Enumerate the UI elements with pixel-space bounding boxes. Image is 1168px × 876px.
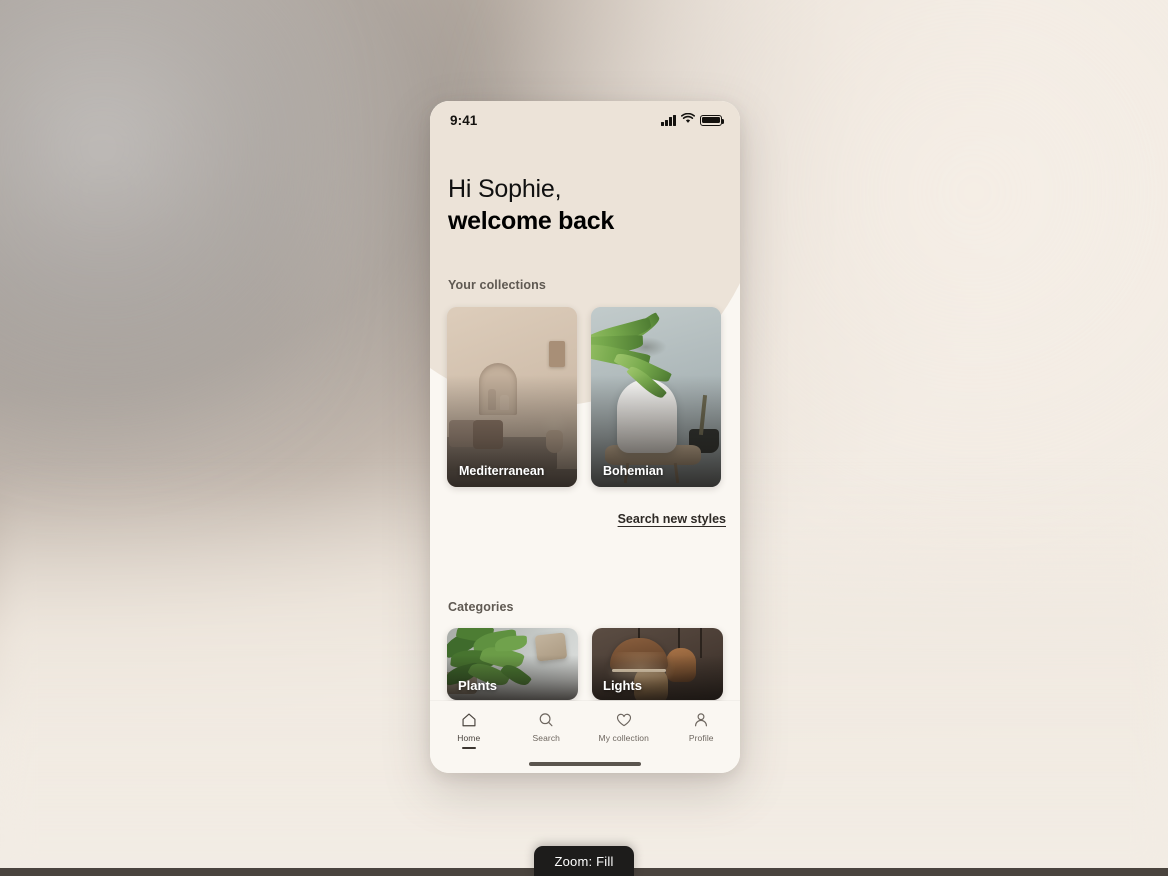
categories-section-label: Categories xyxy=(448,600,514,614)
home-icon xyxy=(460,711,478,729)
category-card-title: Plants xyxy=(458,678,498,693)
category-card-plants[interactable]: Plants xyxy=(447,628,578,700)
tab-home[interactable]: Home xyxy=(434,711,504,749)
greeting-block: Hi Sophie, welcome back xyxy=(448,175,614,236)
status-time: 9:41 xyxy=(450,112,478,128)
category-card-lights[interactable]: Lights xyxy=(592,628,723,700)
greeting-line-2: welcome back xyxy=(448,206,614,235)
collection-card-bohemian[interactable]: Bohemian xyxy=(591,307,721,487)
collections-section-label: Your collections xyxy=(448,278,546,292)
tab-label-home: Home xyxy=(457,733,481,743)
search-new-styles-link[interactable]: Search new styles xyxy=(618,512,726,526)
phone-mockup: 9:41 Hi Sophie, welcome back Your collec… xyxy=(430,101,740,773)
home-indicator xyxy=(529,762,641,766)
tab-profile[interactable]: Profile xyxy=(666,711,736,743)
active-tab-indicator xyxy=(461,747,476,749)
zoom-mode-toast: Zoom: Fill xyxy=(534,846,634,876)
wifi-icon xyxy=(681,111,695,129)
collection-card-title: Mediterranean xyxy=(459,464,545,478)
collection-card-mediterranean[interactable]: Mediterranean xyxy=(447,307,577,487)
category-card-title: Lights xyxy=(603,678,642,693)
collection-card-title: Bohemian xyxy=(603,464,664,478)
tab-label-search: Search xyxy=(532,733,561,743)
person-icon xyxy=(692,711,710,729)
tab-label-my-collection: My collection xyxy=(598,733,649,743)
tab-label-profile: Profile xyxy=(688,733,714,743)
phone-screen: 9:41 Hi Sophie, welcome back Your collec… xyxy=(430,101,740,773)
battery-icon xyxy=(700,114,725,126)
signal-icon xyxy=(661,114,676,126)
heart-icon xyxy=(615,711,633,729)
search-icon xyxy=(537,711,555,729)
greeting-line-1: Hi Sophie, xyxy=(448,175,562,203)
tab-my-collection[interactable]: My collection xyxy=(589,711,659,743)
status-bar: 9:41 xyxy=(430,101,740,139)
categories-card-row: Plants Lights xyxy=(447,628,740,700)
tab-search[interactable]: Search xyxy=(511,711,581,743)
collections-card-row: Mediterranean Bohemian xyxy=(447,307,740,487)
status-icon-group xyxy=(661,111,725,129)
